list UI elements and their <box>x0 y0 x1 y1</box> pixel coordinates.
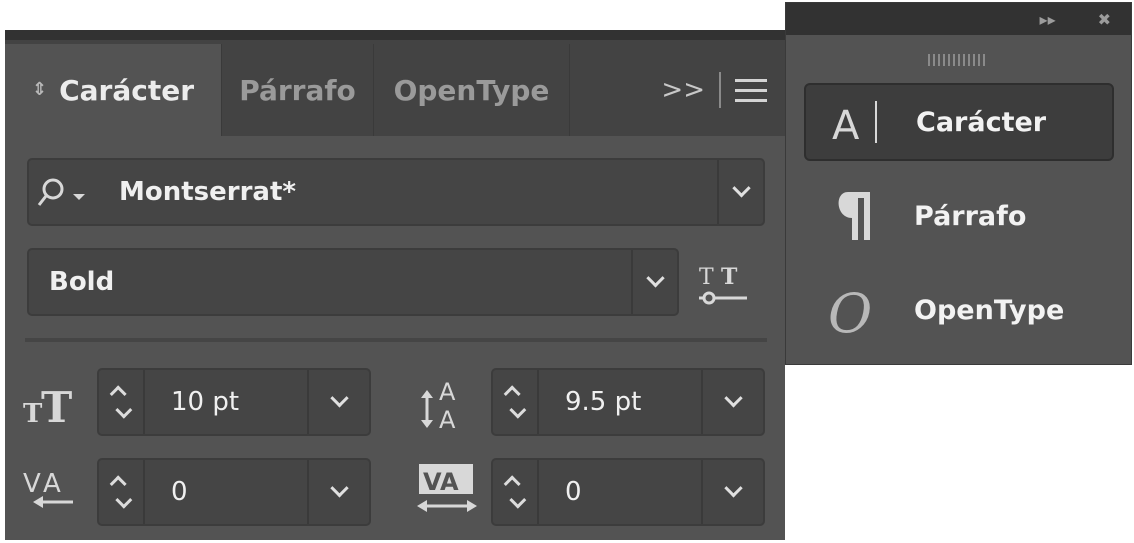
tracking-value: 0 <box>565 477 582 507</box>
arrow-up-icon <box>503 385 521 403</box>
overflow-tabs-button[interactable]: >> <box>661 75 705 105</box>
tab-label: Carácter <box>59 73 195 107</box>
chevron-down-icon <box>731 178 751 197</box>
kerning-value: 0 <box>171 477 188 507</box>
font-style-field[interactable]: Bold <box>27 248 679 316</box>
kerning-stepper[interactable] <box>99 460 145 524</box>
arrow-down-icon <box>509 401 527 419</box>
search-icon <box>37 178 85 206</box>
tab-label: Párrafo <box>239 73 356 107</box>
tab-bar-controls: >> <box>570 44 785 136</box>
chevron-down-icon <box>329 478 349 497</box>
dock-item-label: OpenType <box>914 294 1065 326</box>
font-family-value: Montserrat* <box>119 177 296 207</box>
svg-text:O: O <box>828 282 872 340</box>
tab-opentype[interactable]: OpenType <box>374 44 570 136</box>
tab-label: OpenType <box>393 73 550 107</box>
svg-text:A: A <box>43 469 61 499</box>
svg-text:T: T <box>41 383 72 428</box>
close-icon[interactable]: ✖ <box>1098 10 1111 29</box>
font-style-dropdown[interactable] <box>631 250 677 314</box>
leading-field[interactable]: 9.5 pt <box>491 368 765 436</box>
svg-text:A: A <box>439 378 456 406</box>
chevron-down-icon <box>723 388 743 407</box>
drag-grip[interactable] <box>928 54 985 66</box>
dock-item-opentype[interactable]: O OpenType <box>804 271 1114 349</box>
leading-value: 9.5 pt <box>565 387 642 417</box>
divider <box>719 72 721 108</box>
font-size-dropdown[interactable] <box>307 370 369 434</box>
leading-dropdown[interactable] <box>701 370 763 434</box>
svg-text:VA: VA <box>423 468 459 496</box>
svg-text:T: T <box>23 399 43 428</box>
tab-paragraph[interactable]: Párrafo <box>222 44 374 136</box>
svg-text:T: T <box>699 265 714 290</box>
chevron-down-icon <box>645 268 665 287</box>
font-family-dropdown[interactable] <box>717 160 763 224</box>
expand-panels-icon[interactable]: ▸▸ <box>1040 10 1056 29</box>
font-size-stepper[interactable] <box>99 370 145 434</box>
separator <box>25 338 767 342</box>
tracking-stepper[interactable] <box>493 460 539 524</box>
font-size-icon: T T <box>23 383 72 428</box>
arrow-down-icon <box>115 401 133 419</box>
panel-dock: ▸▸ ✖ A Carácter Párrafo O OpenType <box>785 2 1132 365</box>
chevron-down-icon <box>329 388 349 407</box>
font-size-value: 10 pt <box>171 387 240 417</box>
paragraph-icon <box>838 192 870 240</box>
svg-text:T: T <box>721 264 738 290</box>
character-panel: ⇕ Carácter Párrafo OpenType >> Montserra… <box>5 30 785 540</box>
kerning-icon: V A <box>23 469 73 508</box>
font-size-field[interactable]: 10 pt <box>97 368 371 436</box>
tracking-dropdown[interactable] <box>701 460 763 524</box>
chevron-down-icon <box>723 478 743 497</box>
opentype-icon: O <box>828 282 872 340</box>
panel-menu-icon[interactable] <box>735 78 767 102</box>
tracking-field[interactable]: 0 <box>491 458 765 526</box>
font-style-value: Bold <box>49 267 115 297</box>
tracking-icon: VA <box>417 464 477 512</box>
kerning-field[interactable]: 0 <box>97 458 371 526</box>
svg-text:V: V <box>23 469 41 499</box>
arrow-up-icon <box>109 475 127 493</box>
touch-type-icon[interactable]: T T <box>695 258 757 314</box>
dock-item-character[interactable]: A Carácter <box>804 83 1114 161</box>
dock-item-label: Carácter <box>916 106 1047 138</box>
arrow-down-icon <box>509 491 527 509</box>
font-family-field[interactable]: Montserrat* <box>27 158 765 226</box>
tab-character[interactable]: ⇕ Carácter <box>5 44 222 136</box>
leading-icon: A A <box>421 378 456 434</box>
dock-header: ▸▸ ✖ <box>786 3 1131 35</box>
arrow-up-icon <box>109 385 127 403</box>
dock-item-label: Párrafo <box>914 200 1027 232</box>
arrow-up-icon <box>503 475 521 493</box>
svg-text:A: A <box>439 406 456 434</box>
svg-text:A: A <box>832 103 860 147</box>
leading-stepper[interactable] <box>493 370 539 434</box>
character-icon: A <box>832 101 877 147</box>
sort-arrows-icon: ⇕ <box>31 79 48 100</box>
arrow-down-icon <box>115 491 133 509</box>
tab-bar: ⇕ Carácter Párrafo OpenType >> <box>5 40 785 136</box>
kerning-dropdown[interactable] <box>307 460 369 524</box>
dock-item-paragraph[interactable]: Párrafo <box>804 177 1114 255</box>
